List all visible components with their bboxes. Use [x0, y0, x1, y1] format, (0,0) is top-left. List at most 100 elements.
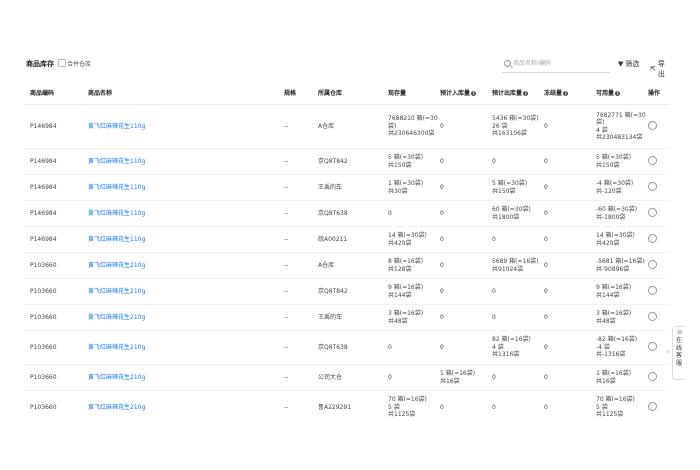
cell-outbound-line: 共1800袋 [492, 213, 520, 221]
cell-name-text[interactable]: 黄飞红麻辣花生110g [88, 236, 145, 243]
cell-name-text[interactable]: 黄飞红麻辣花生110g [88, 158, 145, 165]
header-frozen[interactable]: 冻结量? [538, 80, 590, 105]
cell-name[interactable]: 黄飞红麻辣花生210g [82, 390, 278, 420]
cell-name-text[interactable]: 黄飞红麻辣花生210g [88, 404, 145, 411]
cell-frozen: 0 [538, 226, 590, 253]
cell-code-text: P103660 [30, 261, 57, 269]
cell-name[interactable]: 黄飞红麻辣花生110g [82, 174, 278, 201]
cell-name[interactable]: 黄飞红麻辣花生210g [82, 364, 278, 391]
cell-inbound-line: 0 [440, 209, 444, 217]
cell-inbound-line: 0 [440, 343, 444, 351]
cell-outbound-line: 0 [492, 313, 496, 321]
cell-name-text[interactable]: 黄飞红麻辣花生210g [88, 288, 145, 295]
cell-outbound-line: 0 [492, 157, 496, 165]
cell-code-text: P146984 [30, 122, 57, 130]
cell-frozen-line: 0 [544, 343, 548, 351]
cell-spec: -- [278, 104, 312, 149]
cell-frozen-line: 0 [544, 235, 548, 243]
cell-available: 70 箱(=16袋) 5 袋共1125袋 [590, 390, 642, 420]
cell-actions [642, 304, 670, 331]
header-code[interactable]: 商品编码 [24, 80, 82, 105]
cell-inbound: 0 [434, 304, 486, 331]
more-actions-icon[interactable] [648, 340, 657, 351]
cell-name-text[interactable]: 黄飞红麻辣花生210g [88, 314, 145, 321]
cell-inbound-line: 0 [440, 261, 444, 269]
cell-stock: 14 箱(=30袋) 共420袋 [382, 226, 434, 253]
cell-name[interactable]: 黄飞红麻辣花生110g [82, 226, 278, 253]
cell-code-text: P103660 [30, 373, 57, 381]
cell-outbound-line: 0 [492, 287, 496, 295]
more-actions-icon[interactable] [648, 284, 657, 295]
header-available[interactable]: 可用量? [590, 80, 642, 105]
cell-available-line: 共420袋 [596, 239, 620, 247]
cell-code-text: P146984 [30, 157, 57, 165]
cell-name[interactable]: 黄飞红麻辣花生110g [82, 104, 278, 149]
help-icon[interactable]: ? [563, 90, 569, 96]
cell-name[interactable]: 黄飞红麻辣花生110g [82, 148, 278, 175]
cell-frozen-line: 0 [544, 261, 548, 269]
more-actions-icon[interactable] [648, 400, 657, 411]
more-actions-icon[interactable] [648, 232, 657, 243]
cell-available-line: 袋) [596, 119, 605, 126]
export-icon: ⇱ [650, 64, 656, 73]
filter-button[interactable]: ▼ 筛选 [618, 59, 639, 69]
cell-stock-line: 共128袋 [388, 265, 412, 273]
more-actions-icon[interactable] [648, 154, 657, 165]
cell-available-line: 共230483134袋 [596, 134, 643, 141]
cell-name[interactable]: 黄飞红麻辣花生210g [82, 252, 278, 279]
cell-available-line: -82 箱(=16袋) [596, 336, 638, 344]
cell-name-text[interactable]: 黄飞红麻辣花生210g [88, 262, 145, 269]
cell-name[interactable]: 黄飞红麻辣花生210g [82, 304, 278, 331]
cell-spec: -- [278, 148, 312, 175]
cell-name[interactable]: 黄飞红麻辣花生210g [82, 330, 278, 365]
cell-outbound: 0 [486, 278, 538, 305]
more-actions-icon[interactable] [648, 180, 657, 191]
help-icon[interactable]: ? [615, 90, 621, 96]
header-stock[interactable]: 现存量 [382, 80, 434, 105]
cell-outbound: 0 [486, 148, 538, 175]
merge-warehouse-checkbox[interactable] [58, 59, 66, 67]
cell-outbound-line: 5 箱(=30袋) [492, 180, 528, 187]
merge-warehouse-label[interactable]: 合并仓库 [67, 59, 91, 68]
online-service-button[interactable]: › ☏ 在线客服 [667, 326, 685, 380]
help-icon[interactable]: ? [523, 90, 529, 96]
header-outbound[interactable]: 预计出库量? [486, 80, 538, 105]
cell-inbound: 0 [434, 148, 486, 175]
cell-code: P103660 [24, 330, 82, 365]
cell-name[interactable]: 黄飞红麻辣花生110g [82, 200, 278, 227]
cell-warehouse: 京Q8T638 [312, 200, 382, 227]
cell-warehouse-text: 京Q8T842 [318, 287, 348, 295]
cell-spec: -- [278, 304, 312, 331]
cell-name-text[interactable]: 黄飞红麻辣花生210g [88, 344, 145, 351]
header-warehouse[interactable]: 所属仓库 [312, 80, 382, 105]
cell-name[interactable]: 黄飞红麻辣花生210g [82, 278, 278, 305]
more-actions-icon[interactable] [648, 119, 657, 130]
table-row: P146984 黄飞红麻辣花生110g -- 京Q8T638 0 0 60 箱(=30袋) 共… [24, 200, 670, 227]
cell-available: 9 箱(=16袋) 共144袋 [590, 278, 642, 305]
more-actions-icon[interactable] [648, 370, 657, 381]
cell-actions [642, 278, 670, 305]
help-icon[interactable]: ? [471, 90, 477, 96]
header-inbound[interactable]: 预计入库量? [434, 80, 486, 105]
more-actions-icon[interactable] [648, 206, 657, 217]
more-actions-icon[interactable] [648, 310, 657, 321]
cell-frozen-line: 0 [544, 287, 548, 295]
cell-name-text[interactable]: 黄飞红麻辣花生110g [88, 123, 145, 130]
more-actions-icon[interactable] [648, 258, 657, 269]
export-button[interactable]: ⇱ 导出 [650, 59, 670, 79]
header-spec[interactable]: 规格 [278, 80, 312, 105]
cell-code: P103660 [24, 364, 82, 391]
search-input[interactable] [513, 57, 605, 69]
cell-available-line: -5681 箱(=16袋) [596, 258, 645, 265]
cell-name-text[interactable]: 黄飞红麻辣花生110g [88, 184, 145, 191]
cell-frozen-line: 0 [544, 157, 548, 165]
cell-name-text[interactable]: 黄飞红麻辣花生110g [88, 210, 145, 217]
filter-icon: ▼ [618, 59, 624, 68]
chevron-right-icon[interactable]: › [667, 348, 670, 356]
cell-frozen: 0 [538, 148, 590, 175]
cell-warehouse-text: A仓库 [318, 122, 335, 130]
header-name[interactable]: 商品名称 [82, 80, 278, 105]
cell-available: 5 箱(=30袋) 共150袋 [590, 148, 642, 175]
cell-stock: 0 [382, 364, 434, 391]
cell-name-text[interactable]: 黄飞红麻辣花生210g [88, 374, 145, 381]
